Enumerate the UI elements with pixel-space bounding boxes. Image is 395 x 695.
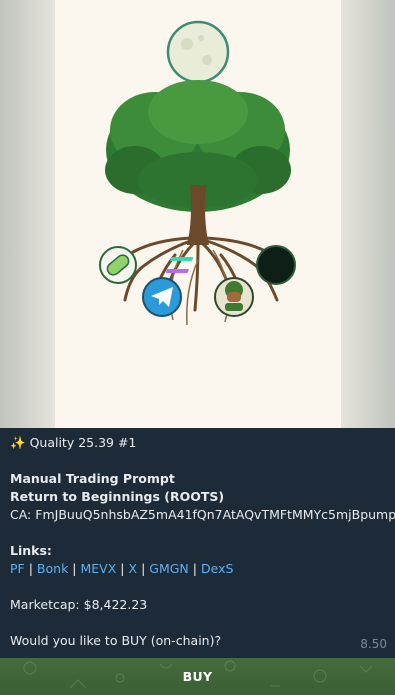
links-row: PF | Bonk | MEVX | X | GMGN | DexS — [10, 560, 233, 578]
quality-line: ✨ Quality 25.39 #1 — [10, 434, 136, 452]
separator: | — [28, 561, 33, 576]
buy-question: Would you like to BUY (on-chain)? — [10, 633, 222, 648]
link-x[interactable]: X — [129, 561, 138, 576]
message-bubble: ✨ Quality 25.39 #1 Manual Trading Prompt… — [0, 428, 395, 658]
message-time: 8.50 — [360, 637, 387, 651]
tree-illustration — [55, 0, 341, 428]
ca-value[interactable]: FmJBuuQ5nhsbAZ5mA41fQn7AtAQvTMFtMMYc5mjB… — [35, 507, 395, 522]
token-image[interactable] — [0, 0, 395, 428]
contract-address[interactable]: CA: FmJBuuQ5nhsbAZ5mA41fQn7AtAQvTMFtMMYc… — [10, 506, 395, 524]
message-title: Manual Trading Prompt — [10, 471, 175, 486]
telegram-icon — [142, 277, 182, 317]
separator: | — [72, 561, 77, 576]
buy-button[interactable]: BUY — [0, 658, 395, 695]
ca-label: CA: — [10, 507, 32, 522]
avatar-icon — [214, 277, 254, 317]
token-name: Return to Beginnings (ROOTS) — [10, 489, 225, 504]
image-blur-right — [340, 0, 395, 428]
link-gmgn[interactable]: GMGN — [149, 561, 189, 576]
telegram-message: ✨ Quality 25.39 #1 Manual Trading Prompt… — [0, 0, 395, 695]
link-mevx[interactable]: MEVX — [81, 561, 117, 576]
sparkles-icon: ✨ — [10, 435, 26, 450]
separator: | — [120, 561, 125, 576]
image-blur-left — [0, 0, 55, 428]
quality-text: Quality 25.39 #1 — [29, 435, 137, 450]
separator: | — [141, 561, 146, 576]
separator: | — [192, 561, 197, 576]
moon-icon — [166, 20, 230, 84]
link-pf[interactable]: PF — [10, 561, 25, 576]
link-dexs[interactable]: DexS — [201, 561, 233, 576]
pill-icon — [99, 246, 137, 284]
link-bonk[interactable]: Bonk — [37, 561, 68, 576]
marketcap: Marketcap: $8,422.23 — [10, 597, 148, 612]
inline-keyboard: BUY — [0, 658, 395, 695]
links-label: Links: — [10, 543, 52, 558]
